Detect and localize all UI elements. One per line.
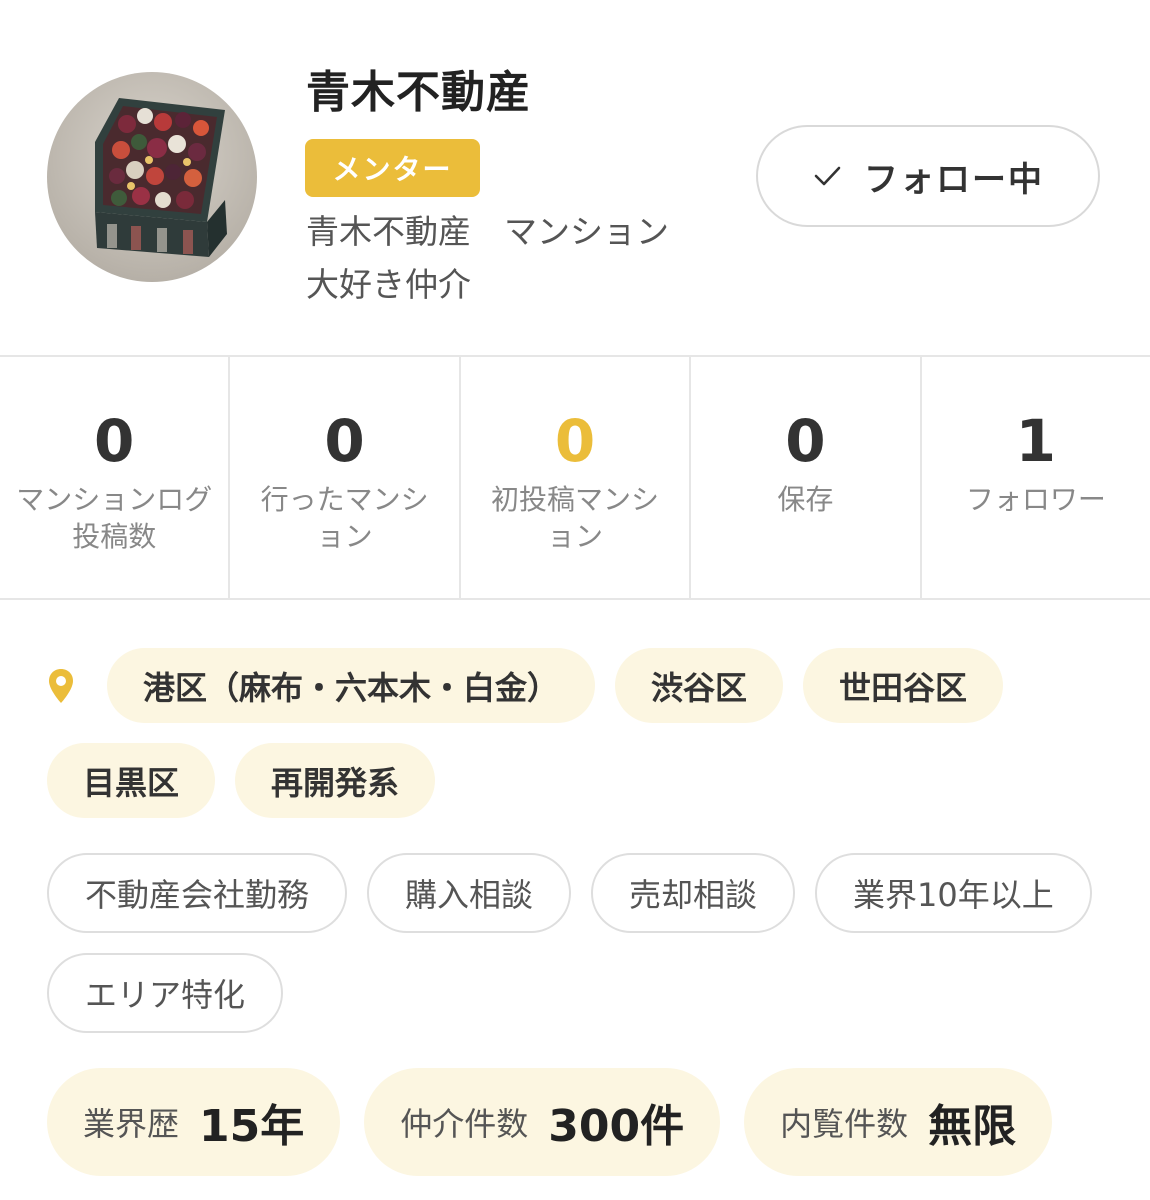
stat-label: フォロワー <box>965 483 1106 516</box>
skill-chip[interactable]: 購入相談 <box>367 853 572 933</box>
skill-chip[interactable]: エリア特化 <box>47 953 284 1033</box>
following-button-label: フォロー中 <box>864 159 1044 200</box>
stat-value: 1 <box>1015 407 1056 475</box>
metric-label: 仲介件数 <box>400 1105 529 1143</box>
area-chip-setagaya[interactable]: 世田谷区 <box>803 648 1004 723</box>
profile-header: 青木不動産 メンター 青木不動産 マンション 大好き仲介 フォロー中 <box>0 0 1150 356</box>
skill-chip[interactable]: 不動産会社勤務 <box>47 853 348 933</box>
area-chip-meguro[interactable]: 目黒区 <box>47 743 216 818</box>
stat-value: 0 <box>785 407 826 475</box>
metric-viewing-count: 内覧件数 無限 <box>744 1068 1053 1176</box>
stat-value: 0 <box>324 407 365 475</box>
stat-value: 0 <box>94 407 135 475</box>
career-metrics: 業界歴 15年 仲介件数 300件 内覧件数 無限 <box>47 1068 1117 1176</box>
metric-years-in-industry: 業界歴 15年 <box>47 1068 341 1176</box>
stat-mansion-log-posts[interactable]: 0 マンションログ 投稿数 <box>0 357 231 598</box>
metric-label: 内覧件数 <box>780 1105 909 1143</box>
skill-chip[interactable]: 売却相談 <box>591 853 796 933</box>
flower-box-photo <box>95 98 227 257</box>
stat-label: マンションログ 投稿数 <box>16 483 213 553</box>
metric-value: 無限 <box>928 1101 1017 1152</box>
checkmark-icon <box>814 166 841 186</box>
metric-value: 300件 <box>548 1101 685 1152</box>
avatar[interactable] <box>47 72 257 282</box>
stat-label: 行ったマンシ ョン <box>260 483 429 553</box>
stat-visited-mansions[interactable]: 0 行ったマンシ ョン <box>230 357 461 598</box>
profile-name: 青木不動産 <box>306 67 531 118</box>
area-chip-shibuya[interactable]: 渋谷区 <box>615 648 784 723</box>
mentor-badge: メンター <box>305 139 480 197</box>
location-pin-icon <box>47 648 87 723</box>
area-chip-minato[interactable]: 港区（麻布・六本木・白金） <box>107 648 596 723</box>
metric-value: 15年 <box>199 1101 305 1152</box>
stat-followers[interactable]: 1 フォロワー <box>922 357 1150 598</box>
skill-tags: 不動産会社勤務 購入相談 売却相談 業界10年以上 エリア特化 <box>47 853 1117 1033</box>
metric-brokerage-count: 仲介件数 300件 <box>364 1068 721 1176</box>
area-tags: 港区（麻布・六本木・白金） 渋谷区 世田谷区 目黒区 再開発系 <box>47 648 1117 818</box>
following-button[interactable]: フォロー中 <box>756 125 1100 227</box>
stat-value: 0 <box>554 407 596 475</box>
skill-chip[interactable]: 業界10年以上 <box>815 853 1092 933</box>
stat-label: 保存 <box>777 483 834 516</box>
area-chip-redevelopment[interactable]: 再開発系 <box>235 743 436 818</box>
profile-bio: 青木不動産 マンション 大好き仲介 <box>306 212 669 304</box>
stats-bar: 0 マンションログ 投稿数 0 行ったマンシ ョン 0 初投稿マンシ ョン 0 … <box>0 355 1150 600</box>
stat-first-post-mansions[interactable]: 0 初投稿マンシ ョン <box>461 357 692 598</box>
stat-saved[interactable]: 0 保存 <box>691 357 922 598</box>
stat-label: 初投稿マンシ ョン <box>491 483 660 553</box>
metric-label: 業界歴 <box>83 1105 180 1143</box>
